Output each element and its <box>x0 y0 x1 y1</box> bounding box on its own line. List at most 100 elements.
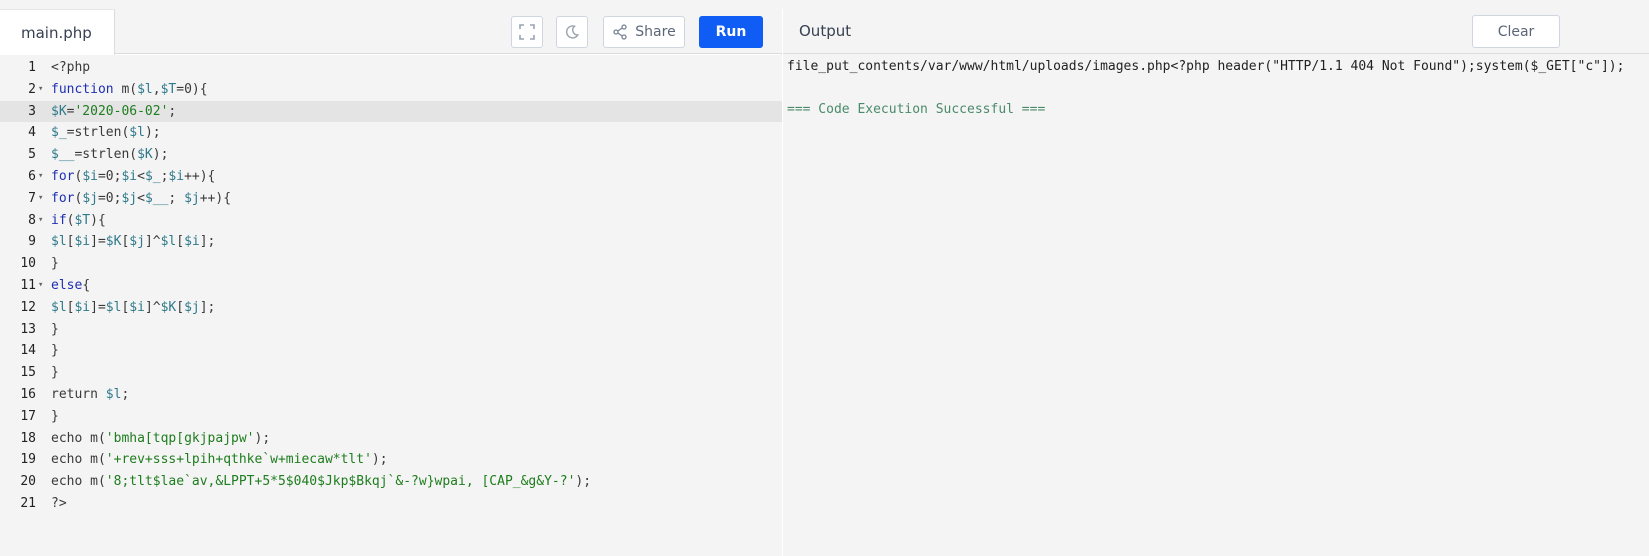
code-line[interactable]: 20 echo m('8;tlt$lae`av,&LPPT+5*5$040$Jkp… <box>0 471 782 493</box>
line-number: 21 <box>20 495 36 511</box>
code-token: } <box>51 343 59 359</box>
code-text: } <box>51 340 59 362</box>
file-tab-main-php[interactable]: main.php <box>0 9 115 55</box>
line-number: 13 <box>20 321 36 337</box>
code-line[interactable]: 5 $__=strlen($K); <box>0 144 782 166</box>
line-number: 10 <box>20 256 36 272</box>
editor-header: main.php Share Run <box>0 9 782 55</box>
code-token: echo m( <box>51 430 106 446</box>
code-token: return <box>51 386 106 402</box>
code-line[interactable]: 14} <box>0 340 782 362</box>
code-token: =0){ <box>176 81 208 97</box>
code-token: } <box>51 321 59 337</box>
code-token: } <box>51 256 59 272</box>
code-token: ++){ <box>184 168 216 184</box>
line-number: 16 <box>20 386 36 402</box>
fold-arrow-icon[interactable]: ▾ <box>38 166 43 188</box>
code-token: } <box>51 408 59 424</box>
code-token: $i <box>168 168 185 184</box>
fold-arrow-icon[interactable]: ▾ <box>38 188 43 210</box>
code-token: $j <box>121 190 138 206</box>
code-token: ?> <box>51 495 67 511</box>
code-line[interactable]: 6 ▾ for($i=0;$i<$_;$i++){ <box>0 166 782 188</box>
fold-arrow-icon[interactable]: ▾ <box>38 275 43 297</box>
code-text: for($j=0;$j<$__; $j++){ <box>51 188 231 210</box>
code-token: echo m( <box>51 452 106 468</box>
code-token: ); <box>575 474 592 490</box>
code-text: echo m('bmha[tqp[gkjpajpw'); <box>51 428 270 450</box>
code-text: $l[$i]=$K[$j]^$l[$i]; <box>51 231 215 253</box>
code-token: else <box>51 277 83 293</box>
output-success-line: === Code Execution Successful === <box>787 102 1046 117</box>
code-line[interactable]: 2 ▾ function m($l,$T=0){ <box>0 79 782 101</box>
code-token: ; <box>168 190 185 206</box>
code-line[interactable]: 1 <?php <box>0 57 782 79</box>
share-icon <box>613 24 627 40</box>
code-token: $i <box>184 234 200 250</box>
top-strip <box>0 0 1649 9</box>
fold-arrow-icon[interactable]: ▾ <box>38 210 43 232</box>
line-number: 18 <box>20 430 36 446</box>
line-number: 20 <box>20 474 36 490</box>
code-line[interactable]: 11 ▾ else{ <box>0 275 782 297</box>
code-text: ?> <box>51 493 67 515</box>
share-button[interactable]: Share <box>603 16 685 48</box>
code-editor[interactable]: 1 <?php 2 ▾ function m($l,$T=0){3 $K='2020-06… <box>0 55 782 556</box>
line-number: 9 <box>28 234 36 250</box>
code-token: $l <box>51 234 67 250</box>
clear-button[interactable]: Clear <box>1472 15 1560 48</box>
code-token: ); <box>371 452 388 468</box>
code-line[interactable]: 3 $K='2020-06-02'; <box>0 100 782 123</box>
fullscreen-button[interactable] <box>511 16 543 48</box>
code-text: $__=strlen($K); <box>51 144 168 166</box>
line-number: 5 <box>28 147 36 163</box>
code-line[interactable]: 15} <box>0 362 782 384</box>
code-token: ]; <box>199 299 216 315</box>
code-line[interactable]: 16 return $l; <box>0 384 782 406</box>
code-token: $i <box>129 299 145 315</box>
code-token: $_ <box>51 125 67 141</box>
code-line[interactable]: 13} <box>0 319 782 341</box>
code-token: $i <box>74 234 91 250</box>
line-number: 3 <box>28 103 36 119</box>
code-token: =strlen( <box>66 125 130 141</box>
code-line[interactable]: 18 echo m('bmha[tqp[gkjpajpw'); <box>0 428 782 450</box>
theme-toggle-button[interactable] <box>556 16 588 48</box>
line-number: 8 <box>28 212 36 228</box>
code-token: ++){ <box>199 190 232 206</box>
code-token: ; <box>168 103 177 119</box>
code-text: echo m('8;tlt$lae`av,&LPPT+5*5$040$Jkp$B… <box>51 471 591 493</box>
code-token: if <box>51 212 67 228</box>
code-line[interactable]: 8 ▾ if($T){ <box>0 210 782 232</box>
code-token: $i <box>82 168 98 184</box>
code-line[interactable]: 12 $l[$i]=$l[$i]^$K[$j]; <box>0 297 782 319</box>
code-line[interactable]: 4 $_=strlen($l); <box>0 122 782 144</box>
code-line[interactable]: 17} <box>0 406 782 428</box>
code-token: $_ <box>144 168 161 184</box>
code-token: ); <box>152 147 169 163</box>
code-line[interactable]: 7 ▾ for($j=0;$j<$__; $j++){ <box>0 188 782 210</box>
output-console: file_put_contents/var/www/html/uploads/i… <box>787 56 1637 121</box>
fold-arrow-icon[interactable]: ▾ <box>38 79 43 101</box>
line-number: 7 <box>28 190 36 206</box>
line-number: 15 <box>20 365 36 381</box>
code-token: <?php <box>51 60 91 75</box>
code-token: $j <box>184 190 200 206</box>
code-line[interactable]: 9 $l[$i]=$K[$j]^$l[$i]; <box>0 231 782 253</box>
code-line[interactable]: 10} <box>0 253 782 275</box>
fullscreen-icon <box>519 24 535 40</box>
line-number: 1 <box>28 60 36 75</box>
code-token: $j <box>82 190 98 206</box>
code-line[interactable]: 21 ?> <box>0 493 782 515</box>
code-token: $l <box>51 299 67 315</box>
code-token: ); <box>254 430 271 446</box>
line-number: 14 <box>20 343 36 359</box>
code-token: $K <box>137 147 153 163</box>
output-header: Output Clear <box>783 9 1649 54</box>
code-token: $j <box>129 234 145 250</box>
code-line[interactable]: 19 echo m('+rev+sss+lpih+qthke`w+miecaw*t… <box>0 449 782 471</box>
code-token: $l <box>129 125 145 141</box>
line-number: 2 <box>28 81 36 97</box>
code-token: echo m( <box>51 474 106 490</box>
run-button[interactable]: Run <box>699 16 763 48</box>
